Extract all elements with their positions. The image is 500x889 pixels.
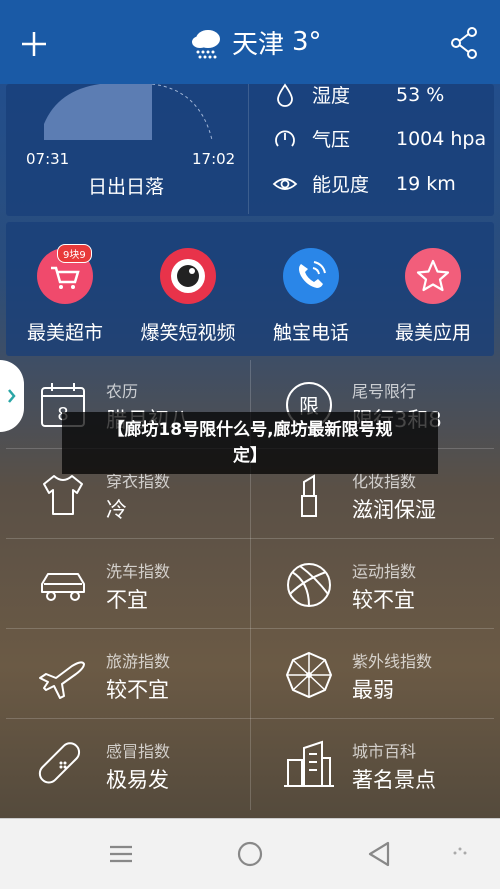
ball-icon: [287, 563, 331, 607]
star-icon: [416, 259, 450, 292]
grid-divider: [6, 538, 494, 539]
pressure-label: 气压: [312, 129, 351, 151]
sun-arc-icon: [44, 84, 213, 141]
caption-line-1: 【廊坊18号限什么号,廊坊最新限号规: [107, 420, 393, 440]
humidity-value: 53 %: [396, 83, 445, 106]
car-icon: [41, 573, 85, 601]
item-name: 城市百科: [352, 742, 417, 761]
sunset-time: 17:02: [192, 150, 236, 168]
plane-icon: [39, 661, 85, 699]
item-value: 较不宜: [106, 678, 169, 702]
promo-badge: 9块9: [57, 244, 92, 263]
top-bar: 天津 3°: [0, 0, 500, 84]
bandage-icon: [38, 742, 81, 784]
grid-divider: [6, 718, 494, 719]
drawer-handle[interactable]: [0, 360, 24, 432]
app-label: 触宝电话: [272, 322, 349, 344]
item-name: 尾号限行: [352, 382, 417, 401]
item-value: 著名景点: [352, 768, 436, 792]
camera-icon: [171, 259, 205, 293]
item-name: 紫外线指数: [352, 652, 433, 671]
visibility-value: 19 km: [396, 172, 456, 195]
item-name: 洗车指数: [106, 562, 171, 581]
pressure-row: 气压 1004 hpa: [272, 125, 486, 152]
item-value: 较不宜: [352, 588, 415, 612]
caption-overlay: 【廊坊18号限什么号,廊坊最新限号规 定】: [62, 412, 438, 474]
item-value: 滋润保湿: [352, 498, 436, 522]
sport-index-item[interactable]: 运动指数 较不宜: [252, 540, 496, 628]
snow-cloud-icon: [192, 30, 220, 59]
shirt-icon: [43, 475, 83, 515]
drop-icon: [277, 82, 293, 107]
app-supermarket[interactable]: 9块9 最美超市: [5, 244, 125, 345]
app-video[interactable]: 爆笑短视频: [128, 248, 248, 345]
app-store[interactable]: 最美应用: [373, 248, 493, 345]
divider: [248, 84, 249, 214]
car-wash-index-item[interactable]: 洗车指数 不宜: [6, 540, 250, 628]
sunrise-time: 07:31: [26, 150, 70, 168]
city-wiki-item[interactable]: 城市百科 著名景点: [252, 720, 496, 808]
app-icon: [160, 248, 216, 304]
app-icon: [405, 248, 461, 304]
app-icon: [283, 248, 339, 304]
share-icon[interactable]: [450, 26, 480, 60]
city-name: 天津: [232, 29, 285, 60]
menu-icon[interactable]: [106, 839, 136, 869]
app-label: 最美超市: [26, 322, 103, 344]
item-name: 旅游指数: [106, 652, 171, 671]
more-dots-icon[interactable]: [452, 845, 468, 861]
item-name: 农历: [106, 382, 139, 401]
chevron-right-icon: [8, 389, 16, 403]
back-icon[interactable]: [364, 839, 394, 869]
travel-index-item[interactable]: 旅游指数 较不宜: [6, 630, 250, 718]
item-name: 运动指数: [352, 562, 417, 581]
navigation-bar: [0, 818, 500, 889]
item-value: 极易发: [106, 768, 169, 792]
humidity-label: 湿度: [312, 85, 351, 107]
eye-icon: [272, 177, 298, 190]
item-name: 感冒指数: [106, 742, 171, 761]
umbrella-icon: [285, 651, 333, 699]
uv-index-item[interactable]: 紫外线指数 最弱: [252, 630, 496, 718]
lipstick-icon: [301, 474, 317, 517]
app-label: 爆笑短视频: [140, 322, 236, 344]
visibility-label: 能见度: [312, 174, 370, 196]
gauge-icon: [275, 130, 295, 147]
home-icon[interactable]: [235, 839, 265, 869]
pressure-value: 1004 hpa: [396, 127, 487, 150]
humidity-row: 湿度 53 %: [272, 81, 444, 108]
grid-divider: [6, 628, 494, 629]
app-icon: 9块9: [37, 244, 93, 304]
item-value: 最弱: [352, 678, 394, 702]
item-value: 不宜: [106, 588, 148, 612]
sunrise-sunset-label: 日出日落: [88, 176, 165, 198]
buildings-icon: [284, 740, 334, 787]
phone-icon: [299, 261, 326, 288]
temperature: 3°: [292, 27, 322, 57]
app-phone[interactable]: 触宝电话: [251, 248, 371, 345]
cold-index-item[interactable]: 感冒指数 极易发: [6, 720, 250, 808]
item-value: 冷: [106, 498, 127, 522]
app-label: 最美应用: [394, 322, 471, 344]
city-title[interactable]: 天津 3°: [190, 20, 322, 64]
visibility-row: 能见度 19 km: [272, 170, 456, 197]
caption-line-2: 定】: [233, 446, 267, 466]
plus-icon[interactable]: [18, 28, 50, 60]
